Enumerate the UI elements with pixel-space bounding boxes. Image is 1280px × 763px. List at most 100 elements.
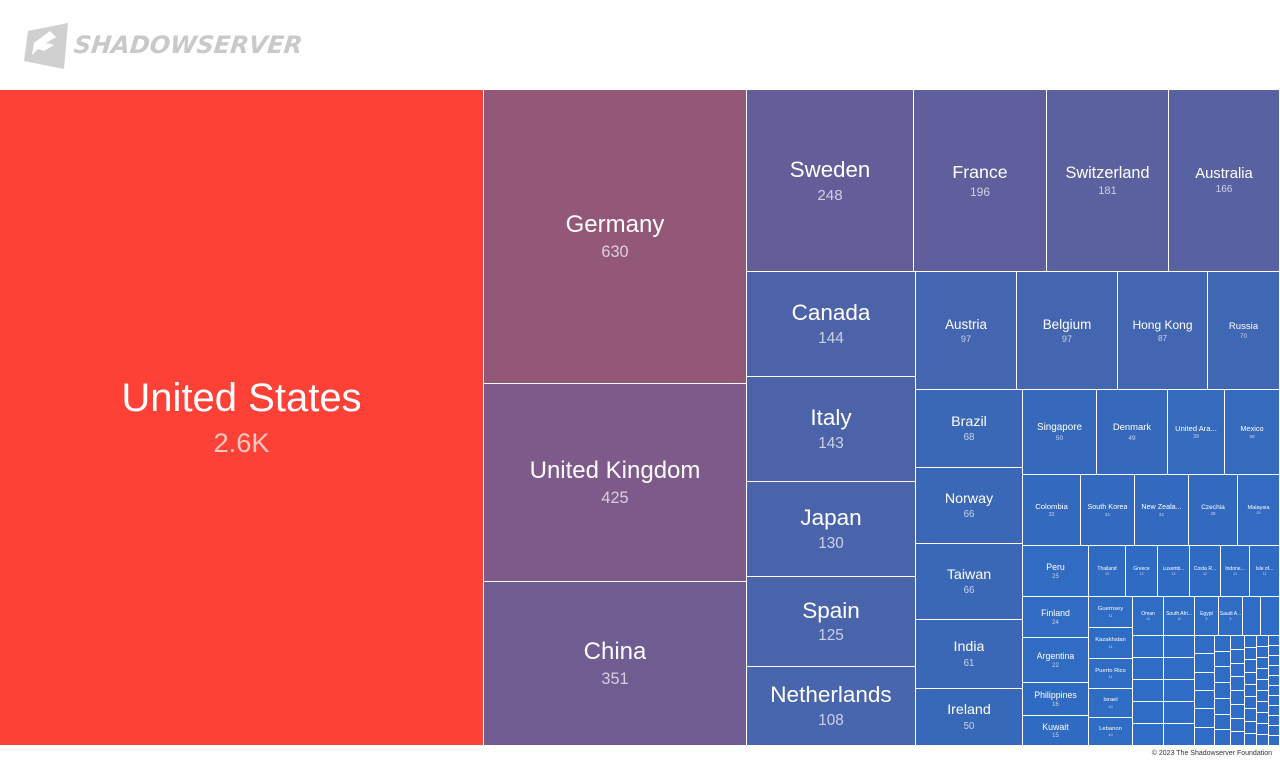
treemap-cell[interactable]: Finland 24	[1023, 597, 1089, 638]
treemap-cell-small[interactable]	[1133, 658, 1164, 680]
treemap-cell[interactable]: Hong Kong 87	[1118, 272, 1208, 390]
treemap-cell-small[interactable]	[1215, 651, 1231, 668]
treemap-cell-small[interactable]	[1245, 672, 1257, 685]
treemap-cell-small[interactable]	[1231, 704, 1245, 719]
treemap-cell-small[interactable]	[1269, 666, 1280, 676]
treemap-cell-small[interactable]	[1133, 724, 1164, 746]
treemap-cell[interactable]: Ireland 50	[916, 689, 1023, 746]
treemap-cell-small[interactable]	[1245, 721, 1257, 734]
treemap-cell[interactable]: Belgium 97	[1017, 272, 1118, 390]
treemap-cell[interactable]: Singapore 50	[1023, 390, 1097, 475]
treemap-cell-small[interactable]	[1164, 680, 1195, 702]
treemap-cell-small[interactable]	[1133, 680, 1164, 702]
treemap-cell[interactable]: Italy 143	[747, 377, 916, 482]
treemap-cell-small[interactable]	[1269, 696, 1280, 706]
treemap-cell-small[interactable]	[1257, 691, 1269, 702]
treemap-cell[interactable]: United States 2.6K	[0, 90, 484, 746]
treemap-cell-small[interactable]	[1164, 636, 1195, 658]
treemap-cell[interactable]: Oman 10	[1133, 597, 1164, 636]
treemap-cell[interactable]: South Korea 31	[1081, 475, 1135, 546]
treemap-cell-small[interactable]	[1245, 684, 1257, 698]
treemap-cell-small[interactable]	[1215, 698, 1231, 715]
treemap-cell-small[interactable]	[1133, 702, 1164, 724]
treemap-cell[interactable]: Russia 70	[1208, 272, 1280, 390]
treemap-cell-small[interactable]	[1269, 646, 1280, 656]
treemap-cell[interactable]: Taiwan 66	[916, 544, 1023, 620]
treemap-cell-small[interactable]	[1231, 649, 1245, 664]
treemap-cell[interactable]: Puerto Rico 11	[1089, 659, 1133, 689]
treemap-cell-small[interactable]	[1245, 709, 1257, 722]
treemap-cell[interactable]: Kazakhstan 11	[1089, 628, 1133, 659]
treemap-cell[interactable]: Austria 97	[916, 272, 1017, 390]
treemap-cell-small[interactable]	[1231, 732, 1245, 746]
treemap-cell-small[interactable]	[1269, 726, 1280, 736]
treemap-cell-small[interactable]	[1245, 648, 1257, 661]
treemap-cell-small[interactable]	[1257, 680, 1269, 691]
treemap-cell[interactable]: Sweden 248	[747, 90, 914, 272]
treemap-cell-small[interactable]	[1257, 669, 1269, 680]
treemap-cell[interactable]: Egypt 9	[1195, 597, 1219, 636]
treemap-cell[interactable]: Lebanon 10	[1089, 718, 1133, 746]
treemap-cell-small[interactable]	[1257, 713, 1269, 724]
treemap-cell[interactable]: Philippines 16	[1023, 683, 1089, 716]
treemap-cell-small[interactable]	[1231, 691, 1245, 705]
treemap-cell-small[interactable]	[1215, 714, 1231, 731]
treemap-cell-small[interactable]	[1245, 660, 1257, 673]
treemap-cell-small[interactable]	[1231, 677, 1245, 691]
treemap-cell-small[interactable]	[1269, 706, 1280, 716]
treemap-cell-small[interactable]	[1215, 636, 1231, 652]
treemap-cell-small[interactable]	[1269, 716, 1280, 726]
treemap-cell[interactable]: Guernsey 11	[1089, 597, 1133, 628]
treemap-cell-small[interactable]	[1164, 724, 1195, 746]
treemap-cell[interactable]: China 351	[484, 582, 747, 746]
treemap-cell[interactable]: Canada 144	[747, 272, 916, 377]
treemap-cell-small[interactable]	[1195, 691, 1215, 710]
treemap-cell-small[interactable]	[1215, 667, 1231, 684]
treemap-cell-small[interactable]	[1257, 647, 1269, 658]
treemap-cell-small[interactable]	[1195, 727, 1215, 746]
treemap-cell-small[interactable]	[1195, 709, 1215, 728]
treemap-cell-small[interactable]	[1215, 730, 1231, 746]
treemap-cell[interactable]: Peru 25	[1023, 546, 1089, 597]
treemap-cell[interactable]: Netherlands 108	[747, 667, 916, 746]
treemap-cell[interactable]: Costa R... 12	[1190, 546, 1221, 597]
treemap-cell[interactable]: Australia 166	[1169, 90, 1280, 272]
treemap-cell-small[interactable]	[1257, 636, 1269, 647]
treemap-cell[interactable]: Germany 630	[484, 90, 747, 384]
treemap-cell-small[interactable]	[1195, 672, 1215, 691]
treemap-cell[interactable]: Isle of... 12	[1250, 546, 1280, 597]
treemap-cell[interactable]: Norway 66	[916, 468, 1023, 544]
treemap-cell-small[interactable]	[1133, 636, 1164, 658]
treemap-cell-small[interactable]	[1261, 597, 1280, 636]
treemap-cell[interactable]: United Ara... 39	[1168, 390, 1225, 475]
treemap-cell-small[interactable]	[1215, 683, 1231, 699]
treemap-cell[interactable]: United Kingdom 425	[484, 384, 747, 582]
treemap-cell-small[interactable]	[1164, 658, 1195, 680]
treemap-cell-small[interactable]	[1257, 724, 1269, 735]
treemap-cell-small[interactable]	[1231, 636, 1245, 650]
treemap-cell-small[interactable]	[1195, 636, 1215, 655]
treemap-cell-small[interactable]	[1269, 686, 1280, 696]
treemap-cell[interactable]: Brazil 68	[916, 390, 1023, 468]
treemap-cell-small[interactable]	[1257, 658, 1269, 669]
treemap-cell-small[interactable]	[1231, 718, 1245, 733]
treemap-cell-small[interactable]	[1195, 654, 1215, 673]
treemap-cell-small[interactable]	[1243, 597, 1261, 636]
treemap-cell-small[interactable]	[1245, 733, 1257, 746]
treemap-cell[interactable]: South Afri... 10	[1164, 597, 1195, 636]
treemap-cell-small[interactable]	[1231, 663, 1245, 678]
treemap-cell[interactable]: Denmark 49	[1097, 390, 1168, 475]
treemap-cell[interactable]: New Zeala... 31	[1135, 475, 1189, 546]
treemap-cell[interactable]: Japan 130	[747, 482, 916, 577]
treemap-cell-small[interactable]	[1269, 656, 1280, 666]
treemap-cell[interactable]: Greece 13	[1126, 546, 1158, 597]
treemap-cell-small[interactable]	[1257, 735, 1269, 746]
treemap-cell-small[interactable]	[1269, 636, 1280, 646]
treemap-cell[interactable]: Switzerland 181	[1047, 90, 1169, 272]
treemap-cell[interactable]: Argentina 22	[1023, 638, 1089, 683]
treemap-cell[interactable]: Mexico 38	[1225, 390, 1280, 475]
treemap-cell-small[interactable]	[1245, 636, 1257, 649]
treemap-cell[interactable]: Israel 10	[1089, 689, 1133, 718]
treemap-cell[interactable]: India 61	[916, 620, 1023, 689]
treemap-cell[interactable]: Kuwait 15	[1023, 716, 1089, 746]
